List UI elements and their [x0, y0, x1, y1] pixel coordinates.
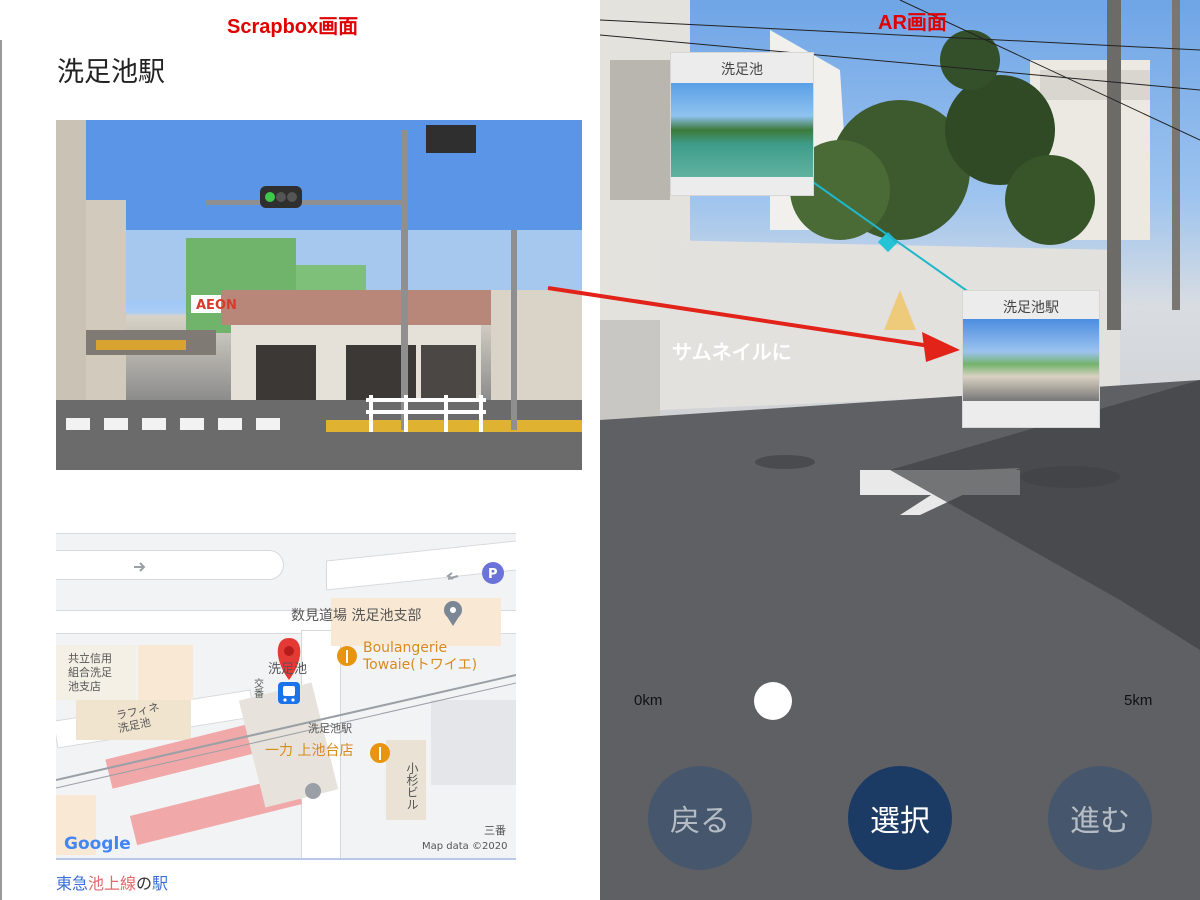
- map-label-boulangerie-1: Boulangerie: [363, 640, 448, 656]
- ar-panel: 洗足池 洗足池駅 0km 5km: [600, 0, 1200, 900]
- restaurant-icon[interactable]: [370, 743, 390, 763]
- tag-link-station[interactable]: 駅: [152, 874, 168, 893]
- select-button[interactable]: 選択: [848, 766, 952, 870]
- map-label-credit-union-1: 共立信用: [68, 652, 112, 665]
- tag-line: 東急池上線の駅: [56, 870, 168, 894]
- tag-link-ikegami[interactable]: 池上線: [88, 874, 136, 893]
- tag-link-tokyu[interactable]: 東急: [56, 874, 88, 893]
- map-label-station-small: 洗足池駅: [308, 722, 352, 735]
- ar-thumbnail-title: 洗足池: [721, 62, 763, 78]
- back-button[interactable]: 戻る: [648, 766, 752, 870]
- google-logo: Google: [64, 834, 131, 854]
- map-label-credit-union-2: 組合洗足: [68, 666, 112, 679]
- tag-connector: の: [136, 874, 153, 893]
- map-overlay: P Google: [56, 562, 516, 854]
- caption-ar: AR画面: [878, 12, 947, 34]
- map-label-sanban: 三番: [484, 824, 506, 837]
- ar-thumbnail-image: [963, 319, 1099, 401]
- train-station-icon[interactable]: [278, 682, 300, 704]
- ar-thumbnail-station[interactable]: 洗足池駅: [962, 290, 1100, 428]
- place-pin-icon[interactable]: [444, 601, 462, 626]
- map-underline: [56, 858, 516, 860]
- map-label-kajita: 一力 上池台店: [265, 743, 354, 759]
- svg-text:P: P: [488, 567, 498, 582]
- map-label-station: 洗足池: [268, 662, 308, 677]
- ar-thumbnail-title: 洗足池駅: [1003, 300, 1059, 316]
- map-embed[interactable]: P Google 数見道場 洗足池支部 Boulangerie Towaie(ト…: [56, 510, 516, 858]
- distance-scale-min: 0km: [634, 692, 663, 709]
- annotation-text: サムネイルに: [672, 340, 792, 364]
- map-attribution: Map data ©2020: [422, 841, 508, 852]
- panel-divider: [0, 40, 2, 900]
- map-label-dojo: 数見道場 洗足池支部: [291, 608, 422, 624]
- map-label-komatsu: 小杉ビル: [405, 762, 419, 810]
- distance-scale-max: 5km: [1124, 692, 1153, 709]
- map-label-boulangerie-2: Towaie(トワイエ): [363, 657, 478, 673]
- map-label-koban: 交番: [251, 678, 263, 698]
- scrapbox-panel: 洗足池駅 AEON P Google 数見道場 洗足池支部 Boulangeri…: [0, 0, 600, 900]
- svg-text:Google: Google: [64, 834, 131, 854]
- page-title: 洗足池駅: [57, 57, 165, 88]
- station-photo[interactable]: AEON: [56, 120, 582, 470]
- restaurant-icon[interactable]: [337, 646, 357, 666]
- ar-thumbnail-pond[interactable]: 洗足池: [670, 52, 814, 196]
- parking-icon[interactable]: P: [482, 562, 504, 584]
- caption-scrapbox: Scrapbox画面: [227, 16, 359, 38]
- police-box-icon: [305, 783, 321, 799]
- ar-thumbnail-image: [671, 83, 813, 177]
- map-label-credit-union-3: 池支店: [68, 680, 101, 693]
- distance-slider-knob[interactable]: [754, 682, 792, 720]
- station-photo-graphic: AEON: [56, 120, 582, 470]
- store-sign-text: AEON: [196, 298, 237, 313]
- forward-button[interactable]: 進む: [1048, 766, 1152, 870]
